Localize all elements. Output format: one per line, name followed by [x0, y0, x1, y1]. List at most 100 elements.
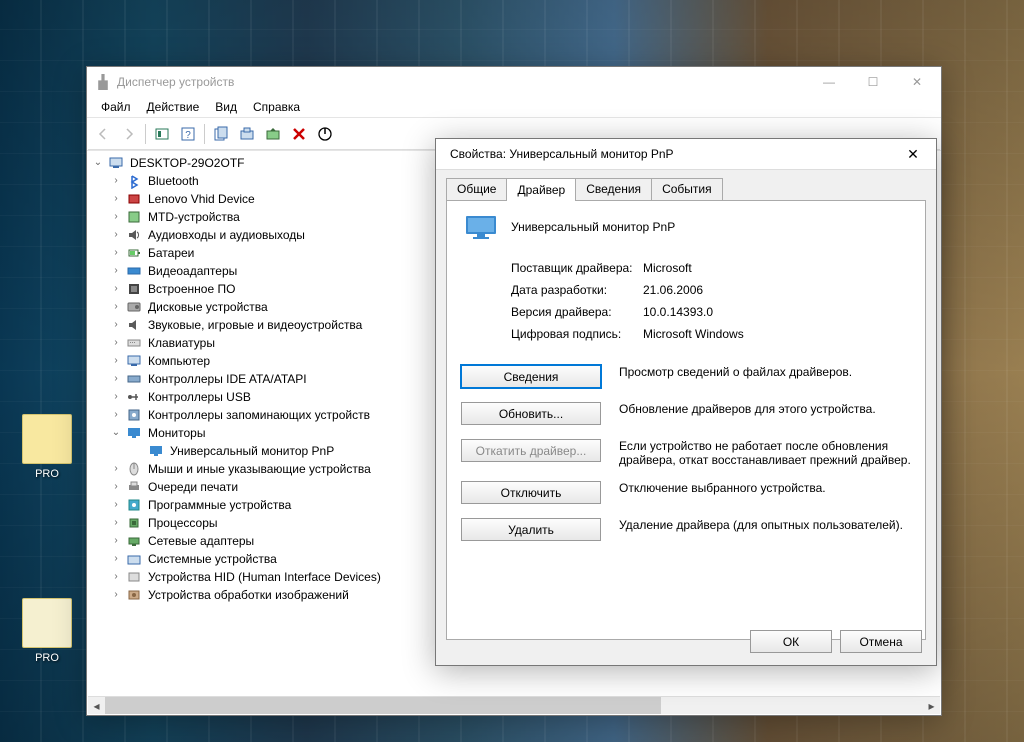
- separator: [145, 124, 146, 144]
- update-driver-button[interactable]: Обновить...: [461, 402, 601, 425]
- update-driver-desc: Обновление драйверов для этого устройств…: [619, 402, 911, 416]
- label-provider: Поставщик драйвера:: [511, 261, 643, 275]
- menu-help[interactable]: Справка: [245, 98, 308, 116]
- close-button[interactable]: ✕: [892, 146, 934, 163]
- tree-label: Мыши и иные указывающие устройства: [146, 460, 373, 478]
- img-icon: [126, 587, 142, 603]
- expand-icon[interactable]: ›: [110, 283, 122, 295]
- tb-show-hide[interactable]: [150, 122, 174, 146]
- tree-label: Батареи: [146, 244, 196, 262]
- driver-details-button[interactable]: Сведения: [461, 365, 601, 388]
- close-button[interactable]: ✕: [895, 68, 939, 96]
- tree-label: Звуковые, игровые и видеоустройства: [146, 316, 364, 334]
- expand-icon[interactable]: ›: [110, 553, 122, 565]
- tb-uninstall[interactable]: [287, 122, 311, 146]
- tab-general[interactable]: Общие: [446, 178, 507, 201]
- collapse-icon[interactable]: ⌄: [92, 157, 104, 169]
- driver-info: Поставщик драйвера:Microsoft Дата разраб…: [511, 257, 911, 345]
- expand-icon[interactable]: ›: [110, 391, 122, 403]
- scrollbar-thumb[interactable]: [105, 697, 661, 714]
- tb-help[interactable]: ?: [176, 122, 200, 146]
- mon-icon: [148, 443, 164, 459]
- tree-label: Универсальный монитор PnP: [168, 442, 336, 460]
- expand-icon[interactable]: ›: [110, 265, 122, 277]
- expand-icon[interactable]: ›: [110, 301, 122, 313]
- minimize-button[interactable]: —: [807, 68, 851, 96]
- expand-icon[interactable]: ›: [110, 229, 122, 241]
- tab-strip: Общие Драйвер Сведения События: [436, 170, 936, 201]
- zip-icon: [22, 598, 72, 648]
- mouse-icon: [126, 461, 142, 477]
- menu-view[interactable]: Вид: [207, 98, 245, 116]
- window-title: Диспетчер устройств: [117, 75, 807, 89]
- tab-details[interactable]: Сведения: [575, 178, 652, 201]
- expand-icon[interactable]: ›: [110, 337, 122, 349]
- titlebar[interactable]: Диспетчер устройств — ☐ ✕: [87, 67, 941, 97]
- expand-icon[interactable]: ›: [110, 193, 122, 205]
- horizontal-scrollbar[interactable]: ◂ ▸: [88, 696, 940, 714]
- label-date: Дата разработки:: [511, 283, 643, 297]
- fw-icon: [126, 281, 142, 297]
- expand-icon[interactable]: ›: [110, 535, 122, 547]
- tb-update[interactable]: [261, 122, 285, 146]
- titlebar[interactable]: Свойства: Универсальный монитор PnP ✕: [436, 139, 936, 170]
- expand-icon[interactable]: ›: [110, 499, 122, 511]
- expand-icon[interactable]: ›: [110, 463, 122, 475]
- tb-properties[interactable]: [209, 122, 233, 146]
- expand-icon[interactable]: ›: [110, 175, 122, 187]
- label-version: Версия драйвера:: [511, 305, 643, 319]
- tb-disable[interactable]: [313, 122, 337, 146]
- scroll-right-icon[interactable]: ▸: [923, 697, 940, 714]
- audio-icon: [126, 227, 142, 243]
- menu-file[interactable]: Файл: [93, 98, 139, 116]
- svg-text:?: ?: [185, 130, 191, 141]
- lenovo-icon: [126, 191, 142, 207]
- expand-icon[interactable]: ›: [110, 319, 122, 331]
- maximize-button[interactable]: ☐: [851, 68, 895, 96]
- expand-icon[interactable]: ›: [110, 211, 122, 223]
- folder-icon: [22, 414, 72, 464]
- ok-button[interactable]: ОК: [750, 630, 832, 653]
- tab-events[interactable]: События: [651, 178, 723, 201]
- tb-scan[interactable]: [235, 122, 259, 146]
- back-button[interactable]: [91, 122, 115, 146]
- expand-icon[interactable]: ›: [110, 409, 122, 421]
- desktop-label: PRO: [12, 468, 82, 480]
- stor-icon: [126, 407, 142, 423]
- tree-label: Дисковые устройства: [146, 298, 270, 316]
- desktop-label: PRO: [12, 652, 82, 664]
- net-icon: [126, 533, 142, 549]
- tree-label: Сетевые адаптеры: [146, 532, 256, 550]
- scroll-left-icon[interactable]: ◂: [88, 697, 105, 714]
- expand-icon[interactable]: ›: [110, 481, 122, 493]
- tree-label: Очереди печати: [146, 478, 240, 496]
- forward-button[interactable]: [117, 122, 141, 146]
- tree-label: Процессоры: [146, 514, 220, 532]
- expand-icon[interactable]: ›: [110, 373, 122, 385]
- expand-icon[interactable]: ›: [110, 355, 122, 367]
- tree-label: Контроллеры IDE ATA/ATAPI: [146, 370, 309, 388]
- expand-icon[interactable]: ›: [110, 517, 122, 529]
- disable-device-button[interactable]: Отключить: [461, 481, 601, 504]
- menu-action[interactable]: Действие: [139, 98, 208, 116]
- tree-label: Устройства HID (Human Interface Devices): [146, 568, 383, 586]
- cancel-button[interactable]: Отмена: [840, 630, 922, 653]
- desktop-shortcut-2[interactable]: PRO: [12, 598, 82, 664]
- bat-icon: [126, 245, 142, 261]
- driver-details-desc: Просмотр сведений о файлах драйверов.: [619, 365, 911, 379]
- tree-label: Аудиовходы и аудиовыходы: [146, 226, 307, 244]
- expand-icon[interactable]: ›: [110, 571, 122, 583]
- soft-icon: [126, 497, 142, 513]
- tab-driver[interactable]: Драйвер: [506, 178, 576, 201]
- expand-icon[interactable]: ⌄: [110, 427, 122, 439]
- expand-icon[interactable]: ›: [110, 589, 122, 601]
- uninstall-driver-button[interactable]: Удалить: [461, 518, 601, 541]
- value-date: 21.06.2006: [643, 283, 703, 297]
- tree-label: Мониторы: [146, 424, 207, 442]
- hid-icon: [126, 569, 142, 585]
- expand-icon[interactable]: ›: [110, 247, 122, 259]
- tree-label: Компьютер: [146, 352, 212, 370]
- desktop-shortcut-1[interactable]: PRO: [12, 414, 82, 480]
- bt-icon: [126, 173, 142, 189]
- properties-dialog: Свойства: Универсальный монитор PnP ✕ Об…: [435, 138, 937, 666]
